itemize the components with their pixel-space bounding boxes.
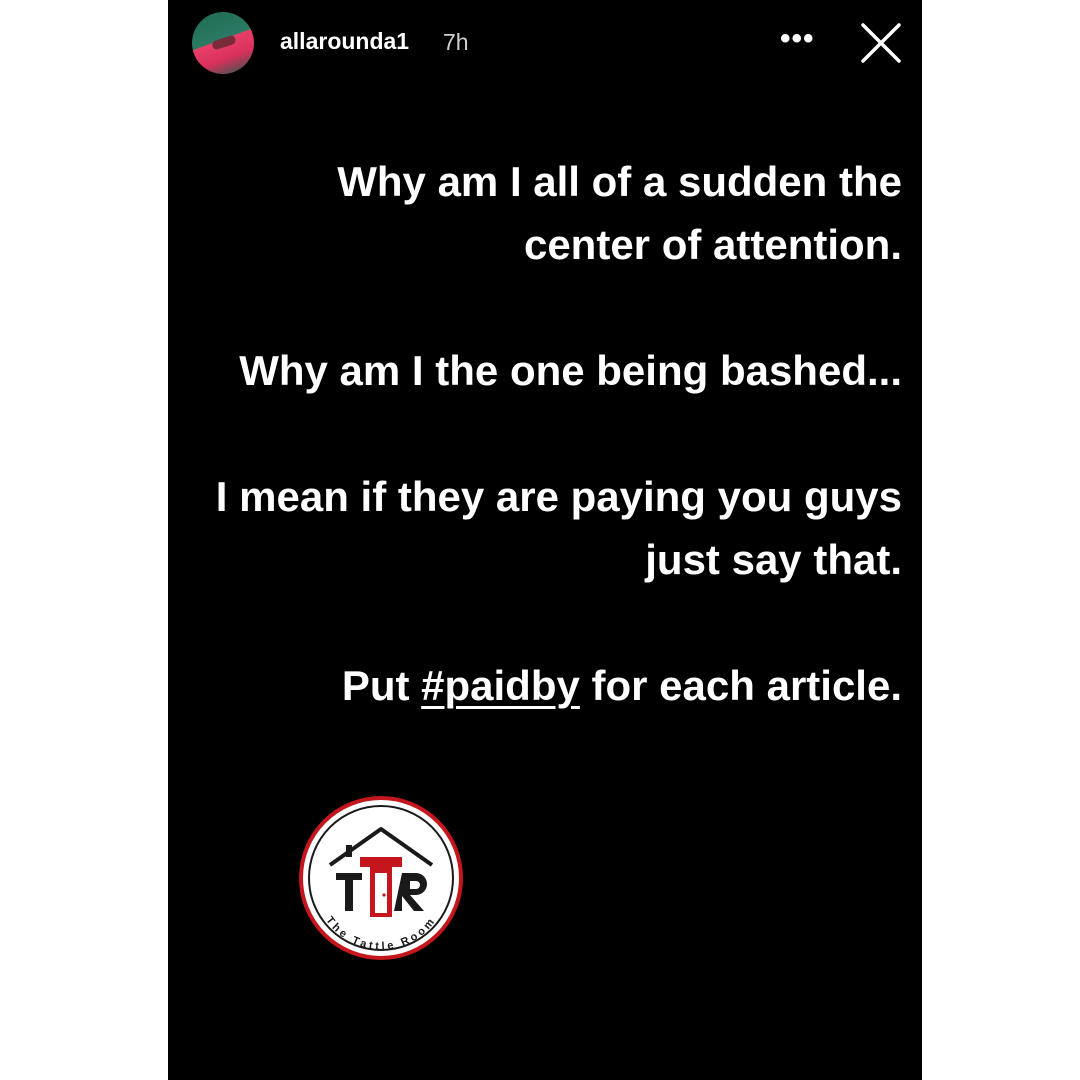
story-text: Why am I all of a sudden the center of a… (202, 150, 902, 717)
story-header: allarounda1 7h ••• (168, 0, 922, 90)
story-text-segment: for each article. (579, 662, 902, 709)
username[interactable]: allarounda1 (280, 28, 409, 55)
story-paragraph: I mean if they are paying you guys just … (215, 473, 902, 583)
profile-avatar[interactable] (192, 12, 254, 74)
timestamp: 7h (443, 29, 469, 55)
tattle-room-logo: The Tattle Room (299, 796, 463, 960)
story-text-segment: Put (341, 662, 422, 709)
more-options-icon[interactable]: ••• (780, 24, 815, 54)
close-icon[interactable] (860, 22, 902, 64)
story-paragraph: Why am I all of a sudden the center of a… (337, 158, 902, 268)
story-paragraph: Put #paidby for each article. (202, 654, 902, 717)
story-paragraph: Why am I the one being bashed... (239, 347, 902, 394)
hashtag-link[interactable]: #paidby (421, 662, 580, 709)
story-viewer[interactable]: allarounda1 7h ••• Why am I all of a sud… (168, 0, 922, 1080)
